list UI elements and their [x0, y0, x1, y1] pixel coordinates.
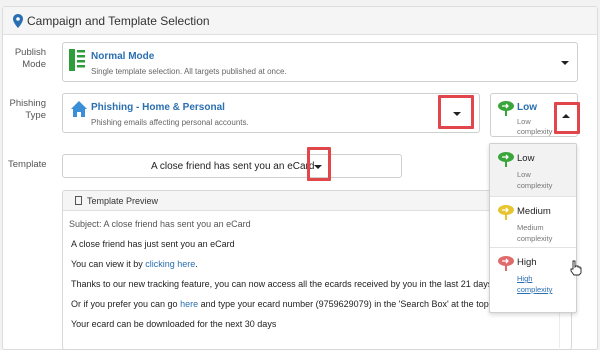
option-name: Medium [517, 206, 551, 217]
panel-header: Campaign and Template Selection [3, 7, 597, 35]
template-selected: A close friend has sent you an eCard [151, 161, 315, 172]
preview-title: Template Preview [87, 196, 159, 206]
highlight-phishing-caret [438, 95, 474, 129]
option-desc: Low complexity [517, 170, 553, 190]
complexity-option-medium[interactable]: Medium Medium complexity [490, 197, 576, 247]
complexity-option-high[interactable]: High High complexity [490, 248, 576, 298]
template-select[interactable]: A close friend has sent you an eCard [62, 154, 402, 178]
preview-line-5: Your ecard can be downloaded for the nex… [71, 319, 277, 329]
preview-line-2: You can view it by clicking here. [71, 259, 198, 269]
template-label: Template [8, 159, 47, 170]
preview-line-1: A close friend has just sent you an eCar… [71, 239, 235, 249]
phishing-type-desc: Phishing emails affecting personal accou… [91, 118, 249, 127]
panel-title: Campaign and Template Selection [27, 14, 210, 28]
home-icon [71, 101, 87, 117]
publish-mode-select[interactable]: Normal Mode Single template selection. A… [62, 42, 578, 82]
option-desc: Medium complexity [517, 223, 553, 243]
option-name: High [517, 257, 537, 268]
complexity-selected-desc: Low complexity [517, 117, 553, 136]
chevron-down-icon [561, 61, 569, 65]
publish-mode-title: Normal Mode [91, 51, 155, 62]
highlight-template-caret [307, 147, 331, 181]
preview-line-2-text: You can view it by [71, 259, 146, 269]
complexity-dropdown: Low Low complexity Medium Medium complex… [489, 143, 577, 313]
signpost-icon [498, 205, 514, 220]
complexity-option-low[interactable]: Low Low complexity [490, 144, 576, 196]
preview-subject: Subject: A close friend has sent you an … [69, 219, 251, 229]
document-icon [75, 196, 82, 205]
map-pin-icon [13, 14, 23, 28]
option-name: Low [517, 153, 535, 164]
publish-mode-desc: Single template selection. All targets p… [91, 67, 287, 76]
signpost-icon [498, 152, 514, 167]
preview-line-4: Or if you prefer you can go here and typ… [71, 299, 494, 309]
phishing-type-select[interactable]: Phishing - Home & Personal Phishing emai… [62, 93, 480, 133]
preview-line-2-end: . [195, 259, 198, 269]
here-link[interactable]: here [180, 299, 198, 309]
option-desc: High complexity [517, 274, 553, 294]
preview-line-3: Thanks to our new tracking feature, you … [71, 279, 495, 289]
signpost-icon [498, 101, 514, 116]
highlight-complexity-caret [554, 102, 580, 134]
preview-line-4-text: Or if you prefer you can go [71, 299, 181, 309]
preview-line-4-end: and type your ecard number (9759629079) … [198, 299, 495, 309]
publish-mode-label: Publish Mode [14, 47, 46, 70]
book-icon [69, 49, 85, 71]
complexity-selected-name: Low [517, 102, 537, 113]
clicking-here-link[interactable]: clicking here [145, 259, 195, 269]
phishing-type-title: Phishing - Home & Personal [91, 102, 225, 113]
phishing-type-label: Phishing Type [9, 98, 46, 121]
page-background: Campaign and Template Selection Publish … [0, 0, 600, 350]
hand-cursor-icon [570, 260, 582, 276]
signpost-icon [498, 256, 514, 271]
